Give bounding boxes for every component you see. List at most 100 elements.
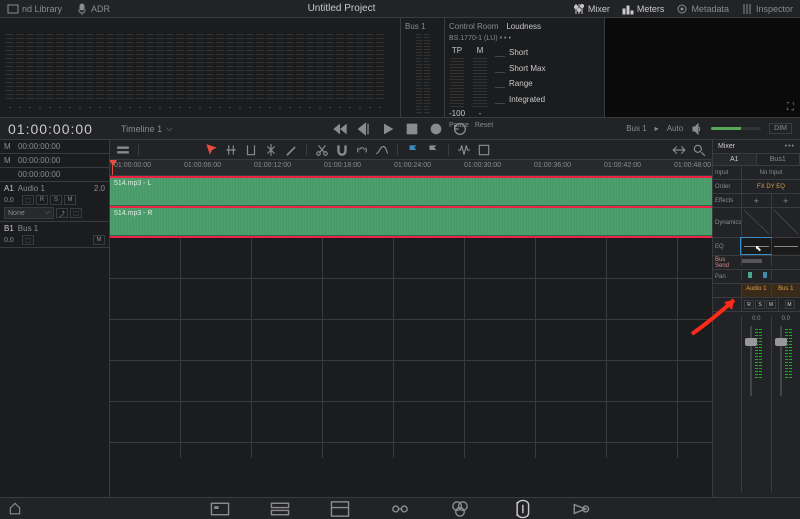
inspector-toggle[interactable]: Inspector [738, 3, 796, 15]
fader-bus1[interactable]: 0.0 [771, 316, 800, 493]
mixer-dynamics-bus1[interactable] [771, 208, 800, 236]
fader-handle-a1[interactable] [745, 338, 757, 346]
edit-page-button[interactable] [330, 501, 350, 517]
empty-track-area[interactable] [110, 238, 712, 458]
deliver-page-button[interactable] [570, 501, 590, 517]
fader-a1[interactable]: 0.0 [741, 316, 771, 493]
snap-button[interactable] [335, 143, 349, 157]
clip-audio-right[interactable]: 514.mp3 - R [110, 208, 712, 236]
adr-tab[interactable]: ADR [73, 3, 113, 15]
track-fx-select[interactable]: None⌵ [4, 207, 54, 219]
meters-toggle[interactable]: Meters [619, 3, 668, 15]
mixer-menu[interactable]: ••• [785, 143, 795, 150]
prev-frame-button[interactable] [356, 121, 372, 137]
meter-channel: - [16, 31, 24, 111]
out-timecode[interactable]: M00:00:00:00 [0, 154, 109, 168]
track-header-a1[interactable]: A1Audio 12.0 0.0 ⬚ R S M None⌵ ⤴ ⬚ [0, 182, 109, 222]
rewind-button[interactable] [332, 121, 348, 137]
track-mute-button[interactable]: M [64, 195, 76, 205]
mixer-input-select[interactable]: No Input [741, 166, 800, 179]
expand-preview-icon[interactable]: ⛶ [787, 102, 794, 113]
loudness-tab[interactable]: Loudness [506, 22, 541, 31]
mixer-bussend-a1[interactable] [741, 256, 771, 266]
meter-channel: - [276, 31, 284, 111]
sound-library-tab[interactable]: nd Library [4, 3, 65, 15]
ch-mute-a1[interactable]: M [766, 300, 776, 309]
media-page-button[interactable] [210, 501, 230, 517]
track-arm-button[interactable]: R [36, 195, 48, 205]
bus-mute-button[interactable]: M [93, 235, 105, 245]
mixer-dynamics-a1[interactable] [741, 208, 771, 236]
mixer-add-effect-a1[interactable]: + [741, 194, 771, 207]
bus-format-button[interactable]: ⬚ [22, 235, 34, 245]
crossfade-button[interactable] [375, 143, 389, 157]
track-lanes[interactable]: 514.mp3 - L 514.mp3 - R [110, 176, 712, 458]
dur-timecode[interactable]: 00:00:00:00 [0, 168, 109, 182]
cut-page-button[interactable] [270, 501, 290, 517]
scroll-mode-button[interactable] [672, 143, 686, 157]
timeline-ruler[interactable]: (function(){const r=JSON.parse(document.… [110, 160, 712, 176]
play-button[interactable] [380, 121, 396, 137]
mixer-order-select[interactable]: FX DY EQ [741, 180, 800, 193]
fusion-page-button[interactable] [390, 501, 410, 517]
speaker-icon[interactable] [691, 123, 703, 135]
meter-channel: - [136, 31, 144, 111]
flag2-button[interactable] [426, 143, 440, 157]
trim-tool[interactable] [244, 143, 258, 157]
track-lock-button[interactable]: ⬚ [70, 208, 82, 218]
options-button[interactable] [477, 143, 491, 157]
ch-arm-a1[interactable]: R [744, 300, 754, 309]
ch-solo-a1[interactable]: S [755, 300, 765, 309]
channel-label-bus1[interactable]: Bus 1 [771, 284, 800, 297]
track-solo-button[interactable]: S [50, 195, 62, 205]
monitor-mode[interactable]: Auto [667, 124, 683, 133]
meter-channel: - [186, 31, 194, 111]
zoom-button[interactable] [692, 143, 706, 157]
home-button[interactable] [8, 501, 22, 517]
metadata-toggle[interactable]: Metadata [673, 3, 732, 15]
selection-tool[interactable] [204, 143, 218, 157]
ch-mute-bus1[interactable]: M [785, 300, 795, 309]
mixer-add-effect-bus1[interactable]: + [771, 194, 800, 207]
link-button[interactable] [355, 143, 369, 157]
clip-audio-left[interactable]: 514.mp3 - L [110, 178, 712, 206]
volume-slider[interactable] [711, 127, 761, 130]
loop-button[interactable] [452, 121, 468, 137]
meter-channel: - [166, 31, 174, 111]
track-header-b1[interactable]: B1Bus 1 0.0 ⬚ M [0, 222, 109, 248]
stop-button[interactable] [404, 121, 420, 137]
range-tool[interactable] [224, 143, 238, 157]
cut-button[interactable] [315, 143, 329, 157]
in-timecode[interactable]: M00:00:00:00 [0, 140, 109, 154]
timeline-selector[interactable]: Timeline 1⌵ [121, 123, 173, 134]
fairlight-page-button[interactable] [510, 501, 530, 517]
fader-handle-bus1[interactable] [775, 338, 787, 346]
razor-tool[interactable] [264, 143, 278, 157]
draw-tool[interactable] [284, 143, 298, 157]
record-button[interactable] [428, 121, 444, 137]
mixer-tab-a1[interactable]: A1 [713, 154, 757, 165]
flag-button[interactable] [406, 143, 420, 157]
mixer-pan-a1[interactable] [741, 270, 771, 280]
dim-button[interactable]: DIM [769, 123, 792, 134]
meter-channel: - [66, 31, 74, 111]
meter-channel: - [6, 31, 14, 111]
mixer-pan-bus1[interactable] [771, 270, 800, 280]
meter-channel: - [236, 31, 244, 111]
mixer-eq-a1[interactable]: ⬉ [741, 238, 771, 254]
control-room-tab[interactable]: Control Room [449, 22, 498, 31]
timecode-display[interactable]: 01:00:00:00 [8, 121, 93, 137]
track-format-button[interactable]: ⬚ [22, 195, 34, 205]
transient-button[interactable] [457, 143, 471, 157]
loudness-menu[interactable]: ••• [500, 35, 513, 42]
mixer-toggle[interactable]: Mixer [570, 3, 613, 15]
mixer-tab-bus1[interactable]: Bus1 [757, 154, 800, 165]
color-page-button[interactable] [450, 501, 470, 517]
mixer-bussend-bus1[interactable] [771, 256, 800, 266]
mixer-eq-bus1[interactable] [771, 238, 800, 254]
monitor-bus[interactable]: Bus 1 [626, 124, 646, 133]
channel-label-a1[interactable]: Audio 1 [741, 284, 771, 297]
playhead-marker[interactable] [112, 160, 113, 175]
view-mode-button[interactable] [116, 143, 130, 157]
track-curve-button[interactable]: ⤴ [56, 208, 68, 218]
